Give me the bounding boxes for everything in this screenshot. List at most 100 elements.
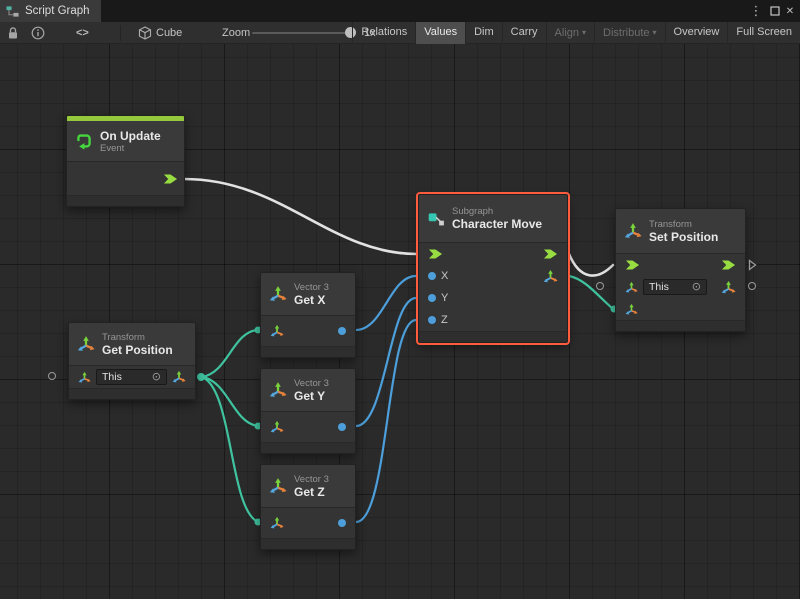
node-character-move[interactable]: Subgraph Character Move X Y — [418, 194, 568, 343]
port-row-control — [616, 254, 745, 276]
zoom-slider-track[interactable] — [252, 32, 356, 34]
object-target-icon: ⊙ — [146, 372, 161, 382]
vector-output-expand-icon[interactable] — [543, 269, 558, 284]
wire-charactermove-to-setposition — [569, 254, 613, 276]
node-footer — [67, 195, 184, 206]
full-screen-button[interactable]: Full Screen — [727, 22, 800, 44]
node-get-position[interactable]: Transform Get Position This ⊙ — [68, 322, 196, 400]
vector-output-expand-icon[interactable] — [721, 280, 736, 295]
this-value-field[interactable]: This ⊙ — [643, 279, 707, 295]
toolbar-separator — [120, 25, 121, 41]
node-title: Get Y — [294, 389, 329, 403]
control-output-port[interactable] — [543, 248, 558, 260]
setposition-this-port-unconnected[interactable] — [596, 282, 604, 290]
tab-title: Script Graph — [25, 5, 90, 17]
graph-toolbar: <> Cube Zoom 1x Relations Values Dim Car… — [0, 22, 800, 44]
transform-port-icon — [78, 371, 91, 384]
x-input-port[interactable] — [428, 272, 436, 280]
node-subtitle: Transform — [649, 219, 718, 230]
node-get-x[interactable]: Vector 3 Get X — [260, 272, 356, 358]
vector-input-expand-icon[interactable] — [270, 420, 284, 434]
port-row-y: Y — [419, 287, 567, 309]
toolbar-button-group: Relations Values Dim Carry Align▾ Distri… — [352, 22, 800, 44]
y-input-port[interactable] — [428, 294, 436, 302]
port-label-z: Z — [441, 314, 448, 326]
node-header: Transform Set Position — [616, 209, 745, 253]
align-button[interactable]: Align▾ — [546, 22, 594, 44]
maximize-icon — [770, 6, 780, 16]
node-header: Subgraph Character Move — [419, 195, 567, 242]
node-header: Transform Get Position — [69, 323, 195, 365]
zoom-label: Zoom — [222, 22, 250, 44]
node-footer — [261, 442, 355, 453]
transform-port-icon — [625, 281, 638, 294]
node-on-update[interactable]: On Update Event — [66, 115, 185, 207]
vector3-icon — [269, 285, 287, 303]
zoom-slider[interactable] — [252, 22, 356, 44]
y-output-port[interactable] — [338, 423, 346, 431]
window-maximize-button[interactable] — [767, 0, 783, 22]
port-row — [261, 316, 355, 346]
port-label-x: X — [441, 270, 448, 282]
dropdown-caret-icon: ▾ — [582, 28, 586, 37]
port-row — [261, 412, 355, 442]
code-icon: <> — [76, 27, 89, 39]
node-title: Set Position — [649, 230, 718, 244]
node-get-z[interactable]: Vector 3 Get Z — [260, 464, 356, 550]
node-title: Get X — [294, 293, 329, 307]
node-body: This ⊙ — [616, 253, 745, 320]
carry-button[interactable]: Carry — [502, 22, 546, 44]
control-output-port[interactable] — [163, 173, 178, 185]
dropdown-caret-icon: ▾ — [653, 28, 657, 37]
port-row-z: Z — [419, 309, 567, 331]
port-row-x: X — [419, 265, 567, 287]
vector-input-expand-icon[interactable] — [270, 516, 284, 530]
control-input-port[interactable] — [428, 248, 443, 260]
node-body: This ⊙ — [69, 365, 195, 388]
target-object-label[interactable]: Cube — [156, 22, 182, 44]
node-body: X Y Z — [419, 242, 567, 331]
node-subtitle: Transform — [102, 332, 173, 343]
dim-button[interactable]: Dim — [465, 22, 502, 44]
tab-script-graph[interactable]: Script Graph — [0, 0, 101, 22]
wire-charactermove-value-to-setposition — [569, 276, 613, 309]
code-view-button[interactable]: <> — [76, 22, 89, 44]
wire-getposition-to-getx — [202, 330, 258, 377]
control-output-port[interactable] — [721, 259, 736, 271]
node-body — [261, 411, 355, 442]
node-body — [261, 507, 355, 538]
vector-input-expand-icon[interactable] — [270, 324, 284, 338]
control-input-port[interactable] — [625, 259, 640, 271]
relations-button[interactable]: Relations — [352, 22, 415, 44]
port-row-this: This ⊙ — [69, 366, 195, 388]
info-icon — [31, 26, 45, 40]
getposition-this-port-unconnected[interactable] — [48, 372, 56, 380]
node-footer — [419, 331, 567, 342]
setposition-value-output-unconnected[interactable] — [748, 282, 756, 290]
values-button[interactable]: Values — [415, 22, 465, 44]
x-output-port[interactable] — [338, 327, 346, 335]
node-footer — [261, 538, 355, 549]
window-close-button[interactable]: ✕ — [782, 0, 798, 22]
distribute-button[interactable]: Distribute▾ — [594, 22, 664, 44]
graph-canvas[interactable]: On Update Event Subgraph Character Move — [0, 44, 800, 599]
this-value-text: This — [649, 281, 669, 293]
node-set-position[interactable]: Transform Set Position This ⊙ — [615, 208, 746, 332]
setposition-control-output-unconnected[interactable] — [748, 259, 757, 271]
node-footer — [616, 320, 745, 331]
node-get-y[interactable]: Vector 3 Get Y — [260, 368, 356, 454]
lock-icon — [7, 26, 19, 40]
z-output-port[interactable] — [338, 519, 346, 527]
node-subtitle: Event — [100, 143, 161, 154]
z-input-port[interactable] — [428, 316, 436, 324]
getposition-output-port[interactable] — [197, 373, 205, 381]
this-value-field[interactable]: This ⊙ — [96, 369, 167, 385]
window-menu-button[interactable]: ⋮ — [748, 0, 764, 22]
port-row — [261, 508, 355, 538]
node-subtitle: Vector 3 — [294, 378, 329, 389]
lock-button[interactable] — [7, 22, 19, 44]
info-button[interactable] — [31, 22, 45, 44]
overview-button[interactable]: Overview — [665, 22, 728, 44]
vector-output-expand-icon[interactable] — [172, 370, 186, 384]
vector-input-port-icon[interactable] — [625, 303, 638, 316]
